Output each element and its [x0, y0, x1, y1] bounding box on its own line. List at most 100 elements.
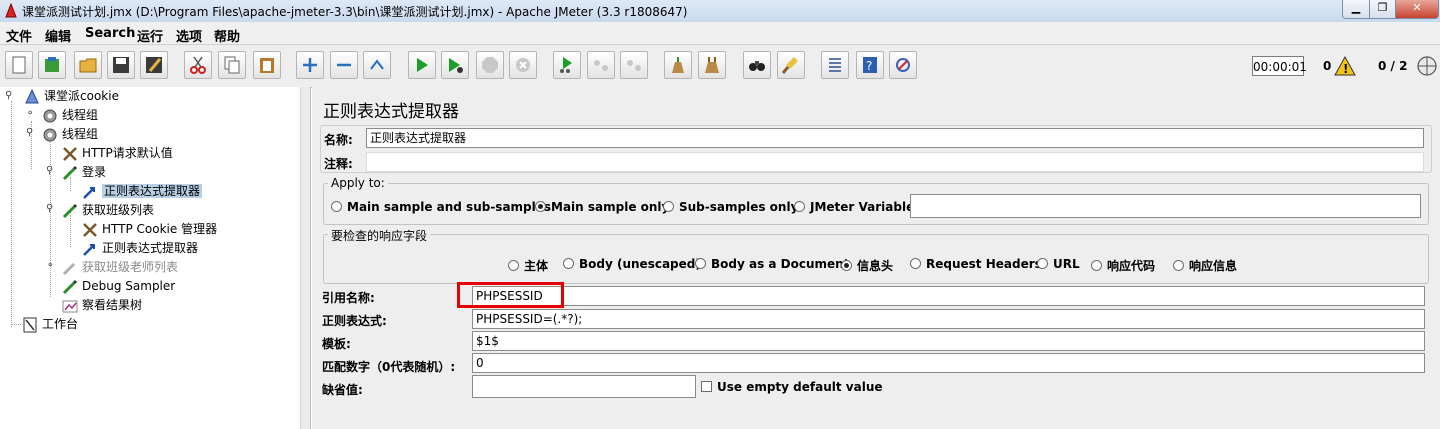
- radio-main-and-sub[interactable]: Main sample and sub-samples: [331, 200, 551, 214]
- remote-stop-icon[interactable]: [587, 51, 615, 79]
- function-helper-icon[interactable]: [821, 51, 849, 79]
- tree-node-regex-extractor-1[interactable]: 正则表达式提取器: [82, 182, 203, 200]
- menu-edit[interactable]: 编辑: [45, 26, 71, 45]
- panel-splitter[interactable]: [300, 87, 311, 429]
- menu-help[interactable]: 帮助: [214, 26, 240, 45]
- radio-sub-only[interactable]: Sub-samples only: [663, 200, 798, 214]
- workbench-icon: [23, 317, 37, 332]
- ref-name-field[interactable]: PHPSESSID: [472, 286, 1425, 306]
- start-no-pause-icon[interactable]: [441, 51, 469, 79]
- default-value-field[interactable]: [472, 375, 696, 398]
- clear-all-icon[interactable]: [698, 51, 726, 79]
- start-icon[interactable]: [408, 51, 436, 79]
- help-icon[interactable]: ?: [856, 51, 884, 79]
- use-empty-default-checkbox[interactable]: Use empty default value: [701, 380, 883, 394]
- maximize-button[interactable]: ❐: [1369, 0, 1396, 19]
- radio-body-unescaped[interactable]: Body (unescaped): [563, 257, 701, 271]
- match-no-label: 匹配数字（0代表随机）:: [322, 360, 456, 374]
- remote-globe-icon: [1417, 56, 1437, 76]
- radio-jmeter-variable[interactable]: JMeter Variable: [794, 200, 914, 214]
- remote-exit-icon[interactable]: [620, 51, 648, 79]
- template-field[interactable]: $1$: [472, 331, 1425, 351]
- radio-body-as-document[interactable]: Body as a Document: [695, 257, 849, 271]
- templates-icon[interactable]: [38, 51, 66, 79]
- tree-node-view-results-tree[interactable]: 察看结果树: [62, 296, 142, 314]
- extractor-icon: [83, 186, 95, 199]
- collapse-icon[interactable]: [330, 51, 358, 79]
- expand-handle[interactable]: ⚲: [26, 127, 33, 138]
- field-to-check-legend: 要检查的响应字段: [328, 227, 431, 244]
- radio-url[interactable]: URL: [1037, 257, 1080, 271]
- copy-icon[interactable]: [218, 51, 246, 79]
- radio-response-message[interactable]: 响应信息: [1173, 257, 1237, 274]
- tree-node-workbench[interactable]: 工作台: [22, 315, 78, 333]
- tree-node-get-teacher-list[interactable]: 获取班级老师列表: [62, 258, 178, 276]
- title-bar: 课堂派测试计划.jmx (D:\Program Files\apache-jme…: [0, 0, 1440, 23]
- remote-start-icon[interactable]: [553, 51, 581, 79]
- open-icon[interactable]: [74, 51, 102, 79]
- regex-label: 正则表达式:: [322, 314, 387, 328]
- menu-search[interactable]: Search: [85, 26, 135, 41]
- tree-node-cookie-manager[interactable]: HTTP Cookie 管理器: [82, 220, 217, 238]
- log-viewer-icon[interactable]: [889, 51, 917, 79]
- reset-search-icon[interactable]: [777, 51, 805, 79]
- regex-extractor-panel: 正则表达式提取器 名称: 正则表达式提取器 注释: Apply to: Main…: [312, 87, 1440, 429]
- tree-node-get-class-list[interactable]: 获取班级列表: [62, 201, 154, 219]
- save-icon[interactable]: [107, 51, 135, 79]
- tree-node-debug-sampler[interactable]: Debug Sampler: [62, 277, 175, 295]
- minimize-button[interactable]: ▁: [1342, 0, 1370, 19]
- comment-field[interactable]: [366, 152, 1424, 172]
- elapsed-timer: 00:00:01: [1252, 56, 1307, 76]
- radio-headers[interactable]: 信息头: [841, 257, 893, 274]
- tree-node-test-plan[interactable]: 课堂派cookie: [24, 87, 119, 105]
- paste-icon[interactable]: [253, 51, 281, 79]
- chart-icon: [62, 300, 78, 312]
- pipette-icon: [62, 165, 78, 180]
- wrench-icon: [83, 222, 97, 237]
- pipette-icon: [62, 279, 78, 294]
- radio-request-headers[interactable]: Request Headers: [910, 257, 1042, 271]
- wrench-icon: [63, 146, 77, 161]
- name-field[interactable]: 正则表达式提取器: [366, 128, 1424, 148]
- active-threads: 0 / 2: [1378, 59, 1408, 73]
- jmeter-variable-input[interactable]: [910, 194, 1421, 218]
- match-no-field[interactable]: 0: [472, 353, 1425, 373]
- search-icon[interactable]: [743, 51, 771, 79]
- tree-node-login[interactable]: 登录: [62, 163, 106, 181]
- radio-response-code[interactable]: 响应代码: [1091, 257, 1155, 274]
- expand-handle[interactable]: ⚲: [46, 165, 53, 176]
- tree-node-http-defaults[interactable]: HTTP请求默认值: [62, 144, 173, 162]
- expand-icon[interactable]: [296, 51, 324, 79]
- close-button[interactable]: ✕: [1395, 0, 1439, 19]
- save-as-icon[interactable]: [140, 51, 168, 79]
- comment-label: 注释:: [324, 157, 353, 171]
- stop-icon[interactable]: [476, 51, 504, 79]
- tree-node-regex-extractor-2[interactable]: 正则表达式提取器: [82, 239, 198, 257]
- regex-field[interactable]: PHPSESSID=(.*?);: [472, 309, 1425, 329]
- jmeter-app-icon: [5, 3, 17, 18]
- menu-options[interactable]: 选项: [176, 26, 202, 45]
- cut-icon[interactable]: [184, 51, 212, 79]
- svg-text:?: ?: [866, 59, 872, 73]
- expand-handle[interactable]: ⚲: [46, 203, 53, 214]
- radio-body[interactable]: 主体: [508, 257, 548, 274]
- menu-file[interactable]: 文件: [6, 26, 32, 45]
- new-icon[interactable]: [5, 51, 33, 79]
- warning-icon[interactable]: !: [1334, 55, 1356, 77]
- toggle-icon[interactable]: [363, 51, 391, 79]
- tree-node-thread-group-2[interactable]: 线程组: [42, 125, 98, 143]
- apply-to-legend: Apply to:: [328, 176, 388, 190]
- error-count: 0: [1323, 59, 1332, 73]
- svg-text:!: !: [1343, 62, 1348, 76]
- expand-handle[interactable]: ⚲: [5, 90, 12, 101]
- expand-handle[interactable]: ⚬: [46, 260, 54, 271]
- shutdown-icon[interactable]: [509, 51, 537, 79]
- menu-bar: 文件 编辑 Search 运行 选项 帮助: [0, 22, 1440, 45]
- test-plan-tree: ⚲ 课堂派cookie ⚬ 线程组 ⚲ 线程组 HTTP请求默认值 ⚲ 登录 正…: [0, 87, 301, 429]
- radio-main-only[interactable]: Main sample only: [535, 200, 669, 214]
- name-label: 名称:: [324, 133, 353, 147]
- tree-node-thread-group-1[interactable]: 线程组: [42, 106, 98, 124]
- collapse-handle[interactable]: ⚬: [26, 108, 34, 119]
- clear-icon[interactable]: [664, 51, 692, 79]
- menu-run[interactable]: 运行: [137, 26, 163, 45]
